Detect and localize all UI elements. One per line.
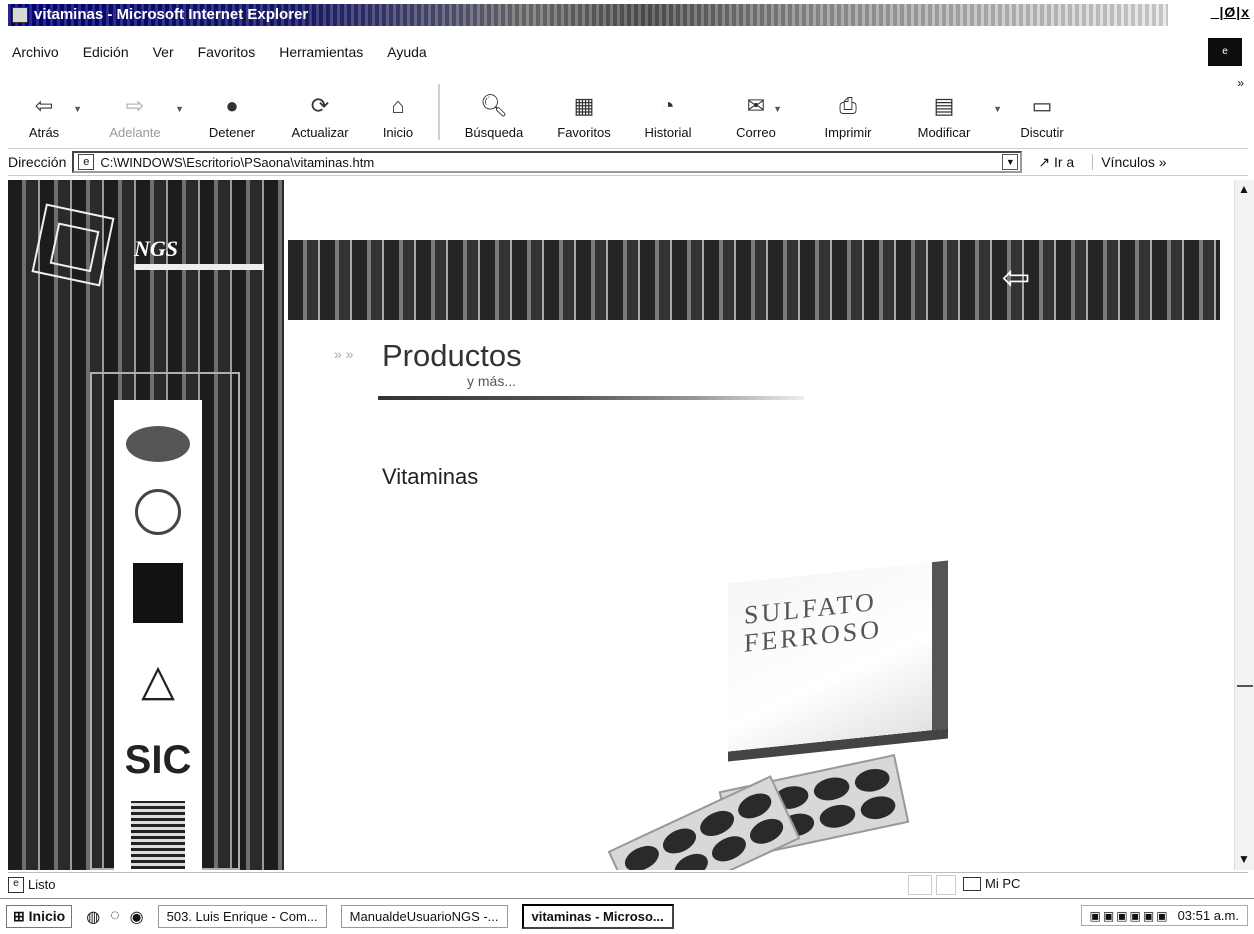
cert-bcert-logo: [124, 560, 192, 626]
back-arrow-icon: ⇦: [34, 93, 54, 118]
page-icon: e: [78, 154, 95, 170]
taskbar: ⊞ Inicio ◍ ◌ ◉ 503. Luis Enrique - Com..…: [0, 898, 1254, 934]
discuss-icon: ▭: [1031, 93, 1053, 118]
discuss-button[interactable]: ▭ Discutir: [996, 78, 1088, 148]
quick-launch: ◍ ◌ ◉: [86, 907, 143, 927]
task-button-1[interactable]: 503. Luis Enrique - Com...: [157, 905, 327, 928]
status-bar: e Listo Mi PC: [8, 872, 1248, 896]
edit-button[interactable]: ▤ Modificar ▼: [892, 78, 1002, 148]
go-button[interactable]: ↗ Ir a: [1038, 154, 1074, 171]
scroll-down-icon[interactable]: ▼: [1238, 852, 1250, 866]
cert-sic-logo: SIC: [124, 737, 192, 782]
start-button[interactable]: ⊞ Inicio: [6, 905, 73, 928]
mail-dropdown-icon[interactable]: ▼: [773, 104, 782, 114]
search-button[interactable]: 🔍︎ Búsqueda: [448, 78, 540, 148]
forward-button[interactable]: ⇨ Adelante ▼: [80, 78, 190, 148]
status-page-icon: e: [8, 876, 24, 893]
outlook-launch-icon[interactable]: ◌: [110, 907, 120, 927]
print-button[interactable]: ⎙ Imprimir: [804, 78, 892, 148]
home-button[interactable]: ⌂ Inicio: [366, 78, 430, 148]
product-box-label: SULFATO FERROSO: [744, 586, 883, 658]
home-icon: ⌂: [391, 93, 405, 118]
menu-bar: Archivo Edición Ver Favoritos Herramient…: [8, 44, 431, 66]
menu-favoritos[interactable]: Favoritos: [194, 44, 260, 66]
product-box-image: SULFATO FERROSO: [728, 560, 948, 752]
section-subtitle: y más...: [467, 373, 517, 389]
print-icon: ⎙: [839, 93, 857, 118]
status-panel: [908, 875, 932, 895]
page-content: NGS △ SIC ⇦ » » Productos y más... Vitam…: [8, 180, 1234, 870]
ngs-logo-text: NGS: [134, 236, 179, 261]
ngs-tagline-bar: [134, 264, 264, 270]
section-title: Productos: [382, 338, 522, 373]
computer-icon: [963, 876, 981, 891]
toolbar-more-chevron[interactable]: »: [1237, 76, 1244, 90]
back-button[interactable]: ⇦ Atrás ▼: [8, 78, 82, 148]
cert-triangle-logo: △: [141, 655, 175, 705]
window-controls[interactable]: _|Ø|x: [1211, 4, 1250, 20]
status-text: Listo: [28, 877, 56, 892]
product-heading: Vitaminas: [382, 464, 479, 489]
menu-archivo[interactable]: Archivo: [8, 44, 63, 66]
sidebar: NGS △ SIC: [8, 180, 284, 870]
refresh-button[interactable]: ⟳ Actualizar: [274, 78, 366, 148]
address-input[interactable]: e C:\WINDOWS\Escritorio\PSaona\vitaminas…: [72, 151, 1023, 173]
links-button[interactable]: Vínculos »: [1092, 154, 1167, 170]
certifications-panel: △ SIC: [114, 400, 202, 870]
menu-edicion[interactable]: Edición: [79, 44, 133, 66]
system-tray: ▣▣▣▣▣▣ 03:51 a.m.: [1080, 905, 1248, 926]
address-value: C:\WINDOWS\Escritorio\PSaona\vitaminas.h…: [100, 154, 375, 170]
title-bar[interactable]: vitaminas - Microsoft Internet Explorer …: [0, 0, 1254, 30]
forward-arrow-icon: ⇨: [125, 93, 145, 118]
cert-oval-logo: [124, 422, 192, 466]
refresh-icon: ⟳: [310, 93, 330, 118]
ie-launch-icon[interactable]: ◍: [86, 907, 100, 927]
ie-page-icon: [12, 7, 28, 23]
history-icon: ◔: [661, 93, 675, 118]
search-icon: 🔍︎: [480, 93, 508, 118]
menu-ver[interactable]: Ver: [149, 44, 178, 66]
favorites-icon: ▦: [573, 93, 595, 118]
address-bar: Dirección e C:\WINDOWS\Escritorio\PSaona…: [8, 148, 1248, 176]
mail-button[interactable]: ✉ Correo ▼: [708, 78, 804, 148]
menu-ayuda[interactable]: Ayuda: [383, 44, 430, 66]
history-button[interactable]: ◔ Historial: [628, 78, 708, 148]
tray-icons[interactable]: ▣▣▣▣▣▣: [1090, 909, 1170, 923]
cert-badge-logo: [124, 800, 192, 870]
stop-button[interactable]: ● Detener: [190, 78, 274, 148]
back-arrow-icon[interactable]: ⇦: [994, 256, 1038, 300]
blister-pack-image: [607, 775, 801, 870]
vertical-scrollbar[interactable]: ▲ ▼: [1234, 180, 1254, 870]
clock: 03:51 a.m.: [1177, 908, 1239, 923]
stop-icon: ●: [225, 93, 239, 118]
cert-iso-seal: [124, 484, 192, 540]
task-button-3[interactable]: vitaminas - Microso...: [521, 904, 674, 929]
security-zone: Mi PC: [963, 876, 1020, 891]
toolbar: ⇦ Atrás ▼ ⇨ Adelante ▼ ● Detener ⟳ Actua…: [8, 76, 1248, 148]
toolbar-separator: [438, 84, 440, 140]
bullet-icon: » »: [334, 346, 354, 362]
mail-icon: ✉: [746, 93, 766, 118]
windows-logo-icon: ⊞: [13, 908, 25, 924]
forward-dropdown-icon[interactable]: ▼: [175, 104, 184, 114]
ngs-cube-logo: [31, 203, 115, 287]
scroll-thumb[interactable]: [1237, 685, 1253, 687]
favorites-button[interactable]: ▦ Favoritos: [540, 78, 628, 148]
scroll-up-icon[interactable]: ▲: [1238, 182, 1250, 196]
task-button-2[interactable]: ManualdeUsuarioNGS -...: [340, 905, 508, 928]
window-title: vitaminas - Microsoft Internet Explorer: [34, 6, 309, 23]
main-content: ⇦ » » Productos y más... Vitaminas SULFA…: [284, 180, 1234, 870]
title-underline: [378, 396, 804, 400]
address-dropdown-icon[interactable]: ▼: [1002, 154, 1019, 170]
status-panel: [936, 875, 956, 895]
edit-icon: ▤: [933, 93, 955, 118]
ie-logo-icon: e: [1208, 38, 1242, 66]
channels-launch-icon[interactable]: ◉: [130, 907, 144, 927]
go-arrow-icon: ↗: [1038, 153, 1051, 170]
address-label: Dirección: [8, 154, 67, 170]
header-banner: ⇦: [288, 240, 1220, 320]
menu-herramientas[interactable]: Herramientas: [275, 44, 367, 66]
